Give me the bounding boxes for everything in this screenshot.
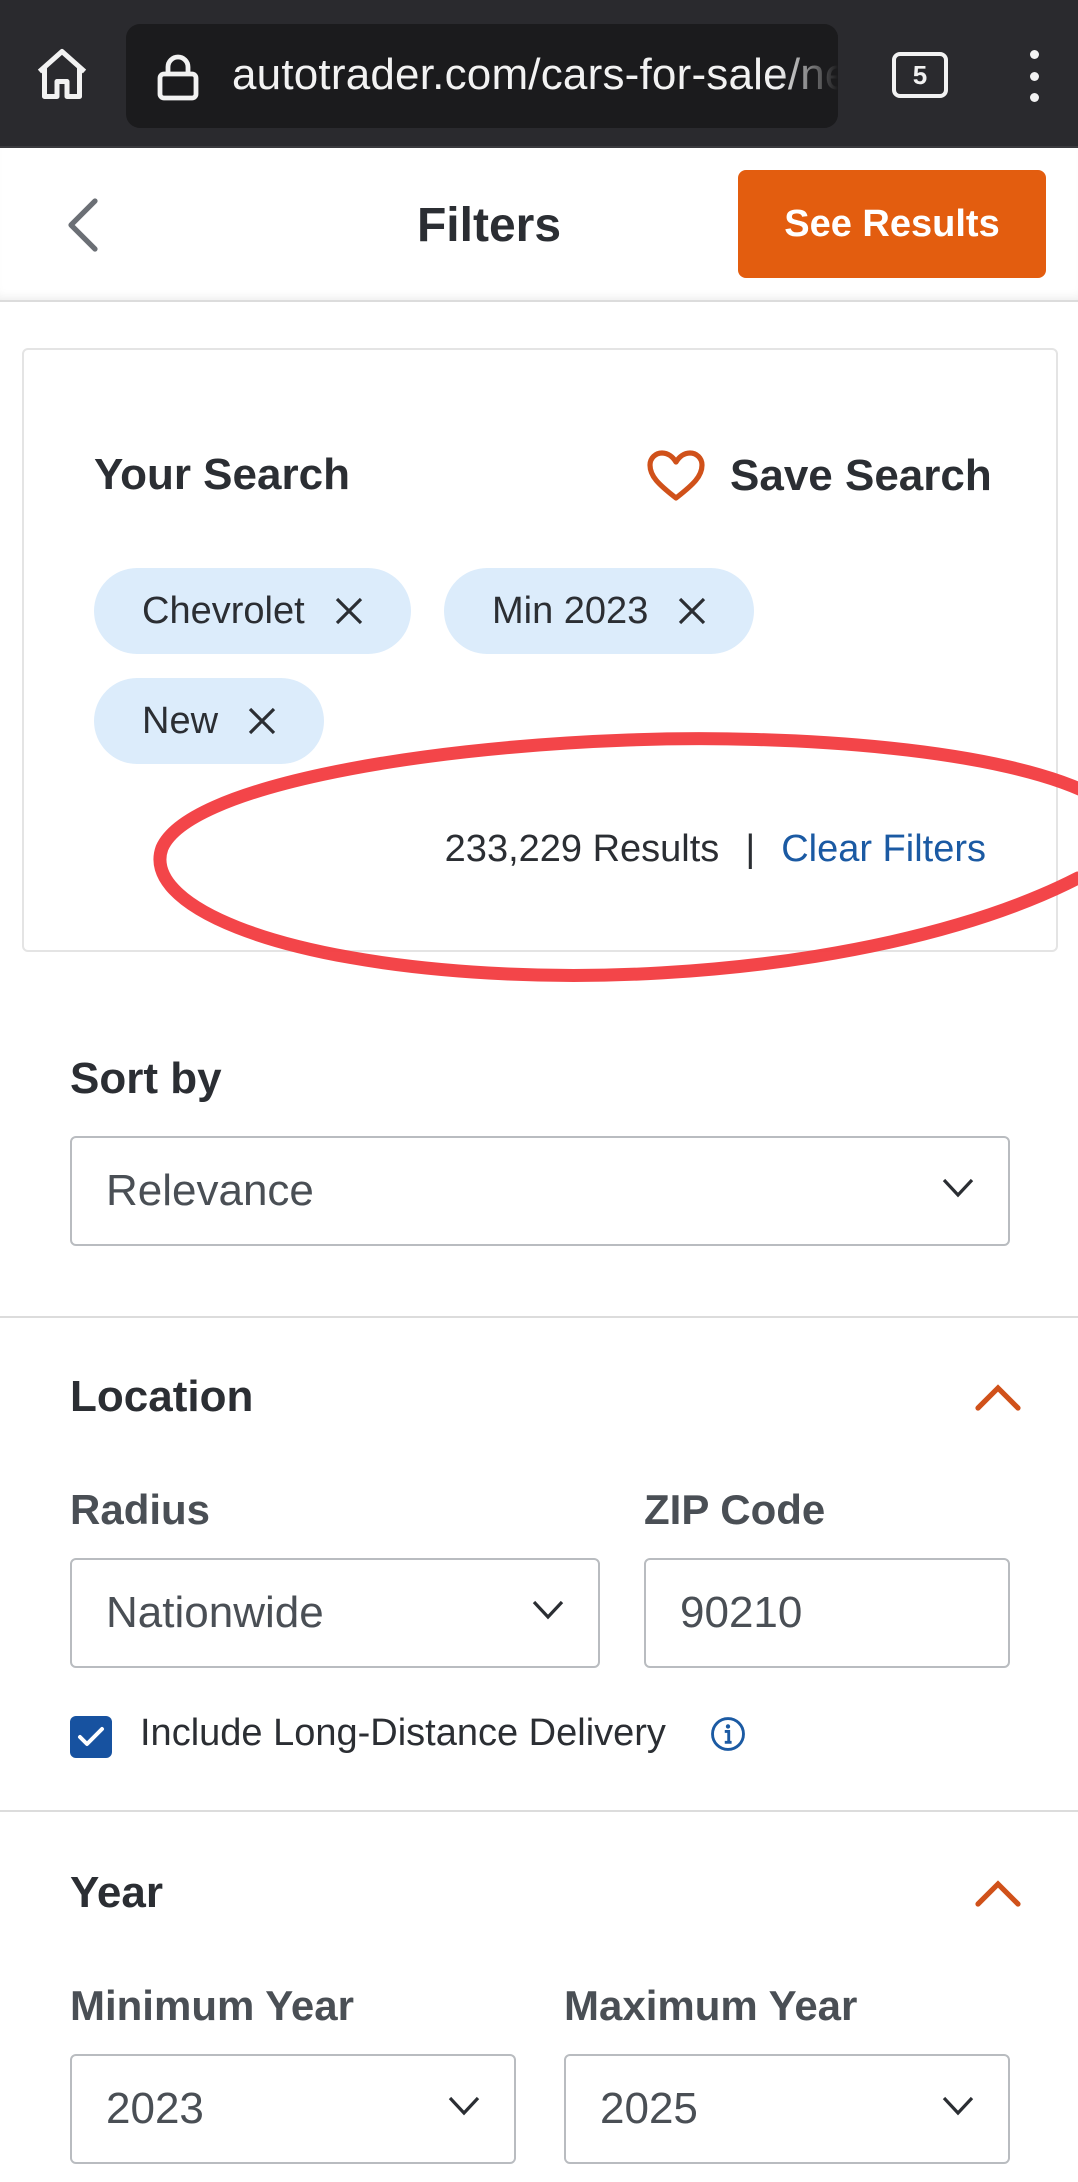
zip-value: 90210 [680, 1588, 803, 1637]
location-title: Location [70, 1372, 254, 1421]
your-search-title: Your Search [94, 450, 350, 499]
chevron-up-icon[interactable] [974, 1878, 1022, 1908]
min-year-value: 2023 [106, 2084, 204, 2133]
zip-label: ZIP Code [644, 1486, 826, 1533]
long-distance-delivery-checkbox[interactable] [70, 1716, 112, 1758]
chevron-down-icon [942, 2096, 974, 2116]
filter-chip-condition[interactable]: New [94, 678, 325, 764]
home-icon[interactable] [28, 40, 96, 108]
tab-count: 5 [912, 59, 928, 90]
results-count: 233,229 Results [444, 828, 720, 870]
close-icon[interactable] [335, 597, 363, 625]
sort-select[interactable]: Relevance [70, 1136, 1010, 1246]
save-search-label: Save Search [730, 451, 992, 500]
min-year-label: Minimum Year [70, 1982, 354, 2029]
sort-by-label: Sort by [70, 1054, 222, 1103]
max-year-select[interactable]: 2025 [564, 2054, 1010, 2164]
chevron-up-icon[interactable] [974, 1382, 1022, 1412]
long-distance-delivery-label: Include Long-Distance Delivery [140, 1712, 666, 1754]
clear-filters-link[interactable]: Clear Filters [781, 828, 986, 871]
radius-value: Nationwide [106, 1588, 324, 1637]
see-results-button[interactable]: See Results [738, 170, 1046, 278]
zip-code-input[interactable]: 90210 [644, 1558, 1010, 1668]
url-text: autotrader.com/cars-for-sale/ne [232, 50, 838, 99]
sort-value: Relevance [106, 1166, 314, 1215]
tab-switcher-button[interactable]: 5 [892, 52, 948, 98]
chip-label: Chevrolet [142, 589, 305, 632]
chip-label: New [142, 699, 219, 742]
heart-icon [647, 450, 705, 501]
more-vert-icon[interactable] [1010, 50, 1058, 102]
separator: | [745, 828, 756, 870]
min-year-select[interactable]: 2023 [70, 2054, 516, 2164]
address-bar[interactable]: autotrader.com/cars-for-sale/ne [126, 24, 838, 128]
chip-label: Min 2023 [492, 589, 649, 632]
chevron-down-icon [942, 1178, 974, 1198]
chevron-down-icon [448, 2096, 480, 2116]
filter-chip-min-year[interactable]: Min 2023 [444, 568, 755, 654]
close-icon[interactable] [248, 707, 276, 735]
year-title: Year [70, 1868, 163, 1917]
chevron-down-icon [532, 1600, 564, 1620]
browser-toolbar: autotrader.com/cars-for-sale/ne 5 [0, 0, 1078, 148]
url-fade [778, 24, 838, 128]
close-icon[interactable] [678, 597, 706, 625]
info-icon[interactable] [710, 1716, 746, 1752]
lock-icon [157, 54, 199, 101]
filters-header: Filters See Results [0, 148, 1078, 302]
max-year-label: Maximum Year [564, 1982, 858, 2029]
your-search-card: Your Search Save Search Chevrolet Min 20… [22, 348, 1058, 952]
save-search-button[interactable]: Save Search [646, 444, 992, 508]
max-year-value: 2025 [600, 2084, 698, 2133]
radius-label: Radius [70, 1486, 211, 1533]
filter-chip-make[interactable]: Chevrolet [94, 568, 411, 654]
results-summary: 233,229 Results | Clear Filters [445, 828, 986, 871]
radius-select[interactable]: Nationwide [70, 1558, 600, 1668]
